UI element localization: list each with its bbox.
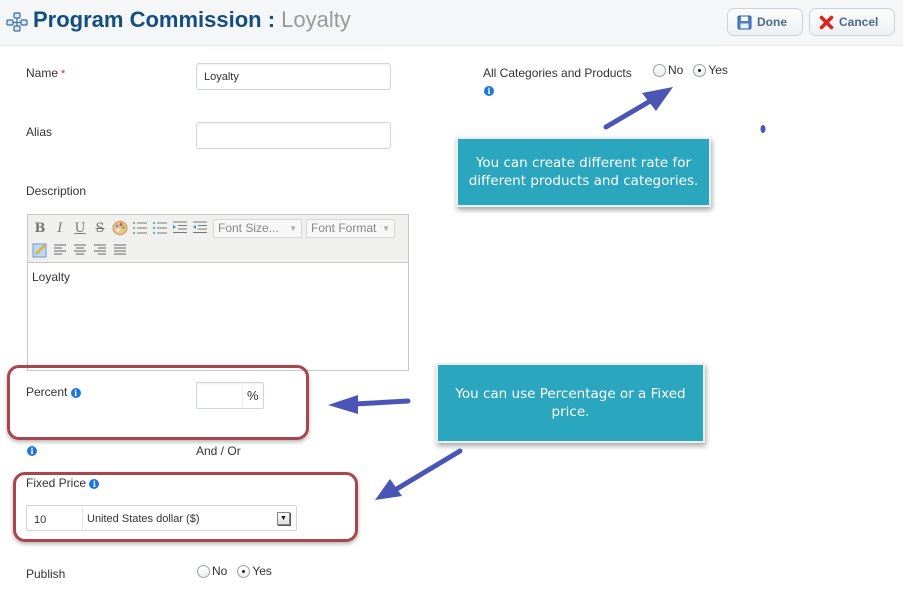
- title-main: Program Commission :: [33, 7, 276, 32]
- publish-yes-option[interactable]: Yes: [237, 564, 272, 578]
- underline-button[interactable]: U: [71, 219, 89, 237]
- outdent-button[interactable]: [191, 219, 209, 237]
- font-format-select[interactable]: Font Format ▼: [306, 218, 395, 238]
- callout-price: You can use Percentage or a Fixed price.: [436, 363, 705, 443]
- edit-icon: [32, 243, 47, 258]
- font-size-placeholder: Font Size...: [218, 221, 279, 235]
- title-record-name: Loyalty: [281, 7, 351, 32]
- network-icon: [6, 12, 28, 32]
- arrow-to-categories-radio: [603, 87, 673, 130]
- radio-yes-label: Yes: [708, 63, 728, 77]
- radio-yes-label: Yes: [252, 564, 272, 578]
- radio-no[interactable]: [653, 63, 666, 77]
- chevron-down-icon: ▼: [382, 223, 390, 233]
- align-right-icon: [94, 244, 106, 255]
- publish-no-option[interactable]: No: [197, 564, 227, 578]
- name-input[interactable]: Loyalty: [196, 63, 391, 90]
- page-header: Program Commission : Loyalty Done Cancel: [0, 0, 903, 46]
- cancel-button[interactable]: Cancel: [809, 8, 895, 36]
- ordered-list-button[interactable]: [131, 219, 149, 237]
- name-label: Name *: [26, 66, 65, 80]
- all-categories-radio-group: No Yes: [653, 63, 736, 77]
- info-icon[interactable]: i: [89, 478, 100, 489]
- alias-input[interactable]: [196, 122, 391, 149]
- arrow-to-fixed-price: [375, 448, 463, 500]
- description-editor: B I U S Font Size... ▼ Font Format ▼ Loy…: [27, 214, 409, 371]
- outdent-icon: [193, 221, 207, 233]
- align-left-button[interactable]: [51, 241, 69, 259]
- editor-toolbar: B I U S Font Size... ▼ Font Format ▼: [28, 215, 408, 263]
- radio-no[interactable]: [197, 564, 210, 578]
- editor-content[interactable]: Loyalty: [28, 263, 408, 291]
- chevron-down-icon[interactable]: ▼: [277, 512, 290, 525]
- indent-button[interactable]: [171, 219, 189, 237]
- justify-button[interactable]: [111, 241, 129, 259]
- percent-suffix: %: [247, 388, 259, 403]
- and-or-label: And / Or: [196, 444, 241, 458]
- strikethrough-button[interactable]: S: [91, 219, 109, 237]
- radio-no-label: No: [668, 63, 684, 77]
- color-palette-button[interactable]: [111, 219, 129, 237]
- indent-icon: [173, 221, 187, 233]
- done-button[interactable]: Done: [727, 8, 803, 36]
- chevron-down-icon: ▼: [289, 223, 297, 233]
- page-title: Program Commission : Loyalty: [33, 7, 351, 33]
- align-center-button[interactable]: [71, 241, 89, 259]
- font-size-select[interactable]: Font Size... ▼: [213, 218, 302, 238]
- fixed-price-label-text: Fixed Price: [26, 476, 87, 490]
- arrow-to-percent: [328, 395, 411, 414]
- all-categories-no-option[interactable]: No: [653, 63, 683, 77]
- name-input-value: Loyalty: [204, 70, 239, 83]
- done-label: Done: [757, 15, 787, 29]
- fixed-price-input[interactable]: 10: [27, 506, 83, 530]
- fixed-price-field: 10 United States dollar ($) ▼: [26, 505, 297, 531]
- all-categories-label: All Categories and Products: [483, 66, 632, 80]
- align-right-button[interactable]: [91, 241, 109, 259]
- info-icon[interactable]: i: [27, 446, 37, 456]
- align-left-icon: [54, 244, 66, 255]
- name-label-text: Name: [26, 66, 59, 80]
- radio-no-label: No: [212, 564, 228, 578]
- currency-select[interactable]: United States dollar ($) ▼: [83, 506, 296, 530]
- percent-label: Percent i: [26, 385, 81, 399]
- fixed-price-label: Fixed Price i: [26, 476, 100, 490]
- percent-label-text: Percent: [26, 385, 68, 399]
- italic-button[interactable]: I: [51, 219, 69, 237]
- required-marker: *: [61, 68, 66, 80]
- cancel-x-icon: [819, 15, 834, 29]
- info-icon[interactable]: i: [70, 387, 81, 398]
- callout-categories: You can create different rate for differ…: [456, 137, 711, 207]
- edit-button[interactable]: [31, 241, 49, 259]
- align-center-icon: [74, 244, 86, 255]
- font-format-placeholder: Font Format: [311, 221, 377, 235]
- unordered-list-button[interactable]: [151, 219, 169, 237]
- alias-label: Alias: [26, 125, 53, 139]
- palette-icon: [112, 221, 128, 235]
- info-icon[interactable]: i: [484, 86, 494, 96]
- unordered-list-icon: [152, 221, 167, 235]
- description-label: Description: [26, 184, 87, 198]
- radio-yes[interactable]: [237, 564, 251, 578]
- percent-input[interactable]: %: [196, 382, 264, 409]
- ordered-list-icon: [133, 222, 147, 234]
- bold-button[interactable]: B: [31, 219, 49, 237]
- cancel-label: Cancel: [839, 15, 879, 29]
- all-categories-yes-option[interactable]: Yes: [693, 63, 728, 77]
- publish-radio-group: No Yes: [197, 564, 280, 578]
- stray-mark: [760, 125, 766, 133]
- percent-input-value: [197, 383, 243, 408]
- justify-icon: [114, 244, 126, 255]
- publish-label: Publish: [26, 567, 66, 581]
- currency-selected: United States dollar ($): [87, 513, 200, 525]
- save-icon: [737, 15, 752, 29]
- radio-yes[interactable]: [693, 63, 707, 77]
